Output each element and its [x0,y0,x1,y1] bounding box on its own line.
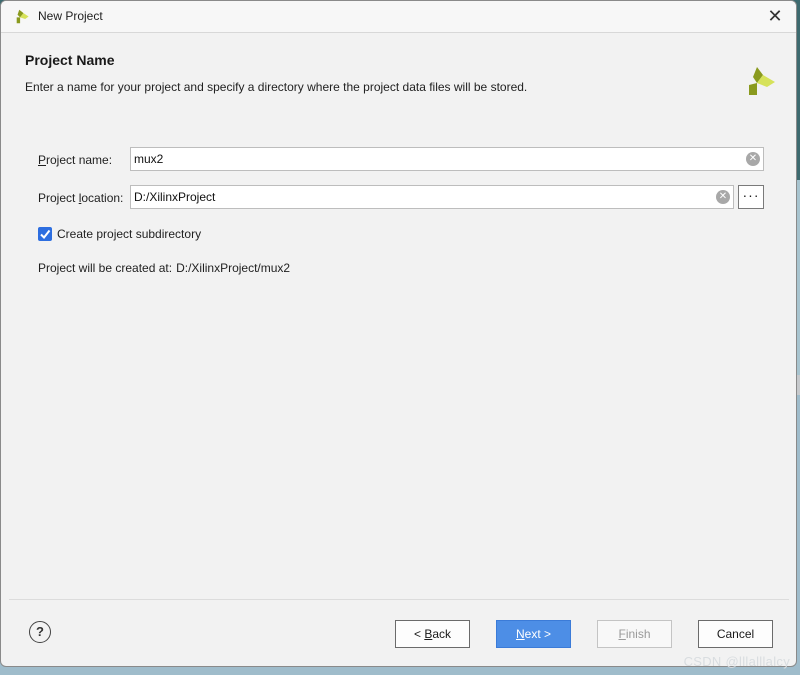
back-label-post: ack [432,627,452,641]
wizard-footer: ? < Back Next > Finish Cancel [9,599,789,666]
title-bar[interactable]: New Project ✕ [1,1,796,33]
ellipsis-icon: ··· [742,187,760,203]
clear-circle-icon[interactable]: ✕ [716,190,730,204]
watermark: CSDN @lllalllalcy [683,654,790,669]
clear-circle-icon[interactable]: ✕ [746,152,760,166]
finish-label-post: inish [625,627,651,641]
project-name-field[interactable]: mux2 ✕ [130,147,764,171]
project-path-value: D:/XilinxProject/mux2 [176,261,291,275]
checkmark-icon [40,229,51,240]
back-label-pre: < [413,627,425,641]
finish-mnemonic: F [618,627,626,641]
help-icon[interactable]: ? [29,621,51,643]
cancel-button[interactable]: Cancel [698,620,773,648]
new-project-dialog: New Project ✕ Project Name Enter a name … [0,0,797,667]
create-subdirectory-label[interactable]: Create project subdirectory [57,227,201,241]
project-location-label: Project location: [38,191,123,205]
next-mnemonic: N [515,627,525,641]
xilinx-logo-icon [16,9,29,24]
close-button[interactable]: ✕ [764,5,786,27]
wizard-page: Project Name Enter a name for your proje… [9,35,789,597]
xilinx-logo-icon [749,67,775,95]
project-name-value: mux2 [134,152,164,166]
project-location-value: D:/XilinxProject [134,190,216,204]
project-location-field[interactable]: D:/XilinxProject ✕ [130,185,734,209]
page-description: Enter a name for your project and specif… [25,80,528,94]
project-name-label: Project name: [38,153,112,167]
browse-button[interactable]: ··· [738,185,764,209]
project-location-label-pre: Project [38,191,79,205]
next-button[interactable]: Next > [496,620,571,648]
window-title: New Project [38,9,103,23]
project-name-mnemonic: P [38,153,47,167]
project-path-summary: Project will be created at: D:/XilinxProj… [38,261,290,275]
project-name-label-text: roject name: [46,153,113,167]
finish-button: Finish [597,620,672,648]
create-subdirectory-checkbox[interactable] [38,227,52,241]
back-button[interactable]: < Back [395,620,470,648]
project-location-label-post: ocation: [81,191,124,205]
project-path-label: Project will be created at: [38,261,173,275]
page-title: Project Name [25,52,115,68]
next-label-post: ext > [524,627,552,641]
